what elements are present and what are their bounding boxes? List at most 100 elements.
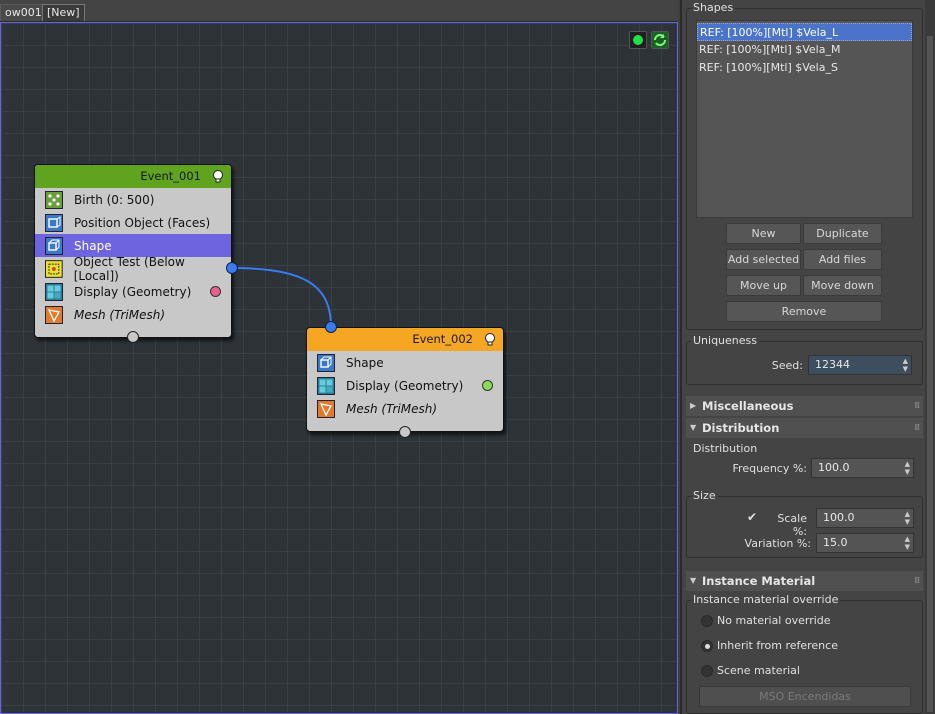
- operator-label: Mesh (TriMesh): [74, 307, 166, 322]
- list-item[interactable]: REF: [100%][Mtl] $Vela_L: [697, 23, 912, 41]
- frequency-label: Frequency %:: [732, 462, 807, 475]
- spinner-arrows-icon[interactable]: ▲ ▼: [905, 460, 910, 476]
- group-title: Uniqueness: [691, 334, 760, 347]
- rollout-title: Distribution: [702, 421, 780, 435]
- spinner-arrows-icon[interactable]: ▲ ▼: [903, 357, 908, 373]
- operator-label: Mesh (TriMesh): [346, 401, 438, 416]
- move-up-button[interactable]: Move up: [726, 275, 801, 296]
- event-header[interactable]: Event_001: [35, 165, 231, 188]
- grip-icon[interactable]: ⁞⁞: [914, 571, 920, 591]
- group-title: Shapes: [691, 1, 736, 14]
- operator-shape[interactable]: Shape: [307, 351, 503, 374]
- operator-label: Birth (0: 500): [74, 192, 155, 207]
- operator-label: Shape: [74, 238, 112, 253]
- list-item[interactable]: REF: [100%][Mtl] $Vela_M: [697, 41, 912, 59]
- grip-icon[interactable]: ⁞⁞: [914, 418, 920, 438]
- operator-label: Display (Geometry): [346, 378, 464, 393]
- no-material-override-radio[interactable]: [701, 615, 713, 627]
- rollout-distribution[interactable]: ▼ Distribution ⁞⁞: [686, 418, 923, 438]
- size-group: Size ✔ Scale %: 100.0 ▲ ▼ Variation %: 15…: [686, 489, 923, 558]
- variation-spinner[interactable]: 15.0 ▲ ▼: [816, 533, 914, 553]
- grip-icon[interactable]: ⁞⁞: [914, 396, 920, 416]
- collapsed-arrow-icon: ▶: [690, 401, 697, 410]
- frequency-spinner[interactable]: 100.0 ▲ ▼: [811, 458, 914, 478]
- event-output-port[interactable]: [127, 331, 139, 343]
- group-title: Instance material override: [691, 593, 841, 606]
- operator-label: Display (Geometry): [74, 284, 192, 299]
- output-port[interactable]: [226, 262, 238, 274]
- add-selected-button[interactable]: Add selected: [726, 249, 801, 270]
- operator-mesh[interactable]: Mesh (TriMesh): [35, 303, 231, 326]
- birth-icon: [45, 190, 63, 209]
- particle-view-graph[interactable]: Event_001 Birth (0: 500) Position Object…: [0, 22, 678, 714]
- operator-object-test[interactable]: Object Test (Below [Local]): [35, 254, 231, 283]
- event-title: Event_002: [412, 332, 473, 346]
- lightbulb-icon[interactable]: [211, 169, 225, 184]
- shape-icon: [317, 353, 335, 372]
- mso-button[interactable]: MSO Encendidas: [699, 686, 911, 707]
- operator-display[interactable]: Display (Geometry): [307, 374, 503, 397]
- scale-checkbox[interactable]: ✔: [747, 510, 757, 524]
- mesh-icon: [45, 305, 63, 324]
- instance-material-group: Instance material override No material o…: [686, 593, 923, 714]
- scrollbar-thumb[interactable]: [927, 36, 933, 712]
- event-output-port[interactable]: [399, 426, 411, 438]
- shapes-group: Shapes REF: [100%][Mtl] $Vela_L REF: [10…: [686, 1, 923, 330]
- scene-material-radio[interactable]: [701, 665, 713, 677]
- operator-position-object[interactable]: Position Object (Faces): [35, 211, 231, 234]
- group-title: Distribution: [691, 442, 760, 455]
- operator-birth[interactable]: Birth (0: 500): [35, 188, 231, 211]
- display-color-dot[interactable]: [482, 380, 493, 391]
- radio-label[interactable]: Inherit from reference: [717, 639, 838, 652]
- tab-new[interactable]: [New]: [42, 4, 85, 21]
- mesh-icon: [317, 399, 335, 418]
- rollout-title: Miscellaneous: [702, 399, 794, 413]
- shape-icon: [45, 236, 63, 255]
- rollout-instance-material[interactable]: ▼ Instance Material ⁞⁞: [686, 571, 923, 591]
- list-item[interactable]: REF: [100%][Mtl] $Vela_S: [697, 59, 912, 77]
- scale-label: Scale %:: [777, 512, 807, 538]
- rollout-title: Instance Material: [702, 574, 816, 588]
- radio-label[interactable]: Scene material: [717, 664, 800, 677]
- expanded-arrow-icon: ▼: [690, 423, 697, 432]
- event-title: Event_001: [140, 169, 201, 183]
- display-color-dot[interactable]: [210, 286, 221, 297]
- new-button[interactable]: New: [726, 223, 801, 244]
- tab-flow001[interactable]: ow001: [0, 4, 47, 21]
- operator-display[interactable]: Display (Geometry): [35, 280, 231, 303]
- event-node-002[interactable]: Event_002 Shape Display (Geometry) Mesh …: [306, 327, 504, 432]
- variation-value: 15.0: [823, 536, 848, 549]
- event-header[interactable]: Event_002: [307, 328, 503, 351]
- add-files-button[interactable]: Add files: [803, 249, 882, 270]
- event-node-001[interactable]: Event_001 Birth (0: 500) Position Object…: [34, 164, 232, 338]
- group-title: Size: [691, 489, 718, 502]
- display-icon: [317, 376, 335, 395]
- command-panel: Shapes REF: [100%][Mtl] $Vela_L REF: [10…: [680, 0, 935, 714]
- expanded-arrow-icon: ▼: [690, 576, 697, 585]
- event-input-port[interactable]: [325, 321, 337, 333]
- operator-label: Object Test (Below [Local]): [73, 254, 185, 283]
- move-down-button[interactable]: Move down: [803, 275, 882, 296]
- inherit-from-reference-radio[interactable]: [701, 640, 713, 652]
- panel-scrollbar[interactable]: [925, 0, 935, 714]
- position-object-icon: [45, 213, 63, 232]
- scale-value: 100.0: [823, 511, 855, 524]
- duplicate-button[interactable]: Duplicate: [803, 223, 882, 244]
- rollout-miscellaneous[interactable]: ▶ Miscellaneous ⁞⁞: [686, 396, 923, 416]
- lightbulb-icon[interactable]: [483, 332, 497, 347]
- shapes-list[interactable]: REF: [100%][Mtl] $Vela_L REF: [100%][Mtl…: [696, 20, 913, 218]
- frequency-value: 100.0: [818, 461, 850, 474]
- seed-spinner[interactable]: 12344 ▲ ▼: [808, 355, 912, 375]
- variation-label: Variation %:: [744, 537, 811, 550]
- object-test-icon: [45, 259, 63, 278]
- remove-button[interactable]: Remove: [726, 301, 882, 322]
- spinner-arrows-icon[interactable]: ▲ ▼: [905, 510, 910, 526]
- scale-spinner[interactable]: 100.0 ▲ ▼: [816, 508, 914, 528]
- tab-bar: ow001 [New]: [0, 0, 678, 22]
- display-icon: [45, 282, 63, 301]
- operator-mesh[interactable]: Mesh (TriMesh): [307, 397, 503, 420]
- spinner-arrows-icon[interactable]: ▲ ▼: [905, 535, 910, 551]
- seed-value: 12344: [815, 358, 850, 371]
- radio-label[interactable]: No material override: [717, 614, 831, 627]
- uniqueness-group: Uniqueness Seed: 12344 ▲ ▼: [686, 334, 923, 385]
